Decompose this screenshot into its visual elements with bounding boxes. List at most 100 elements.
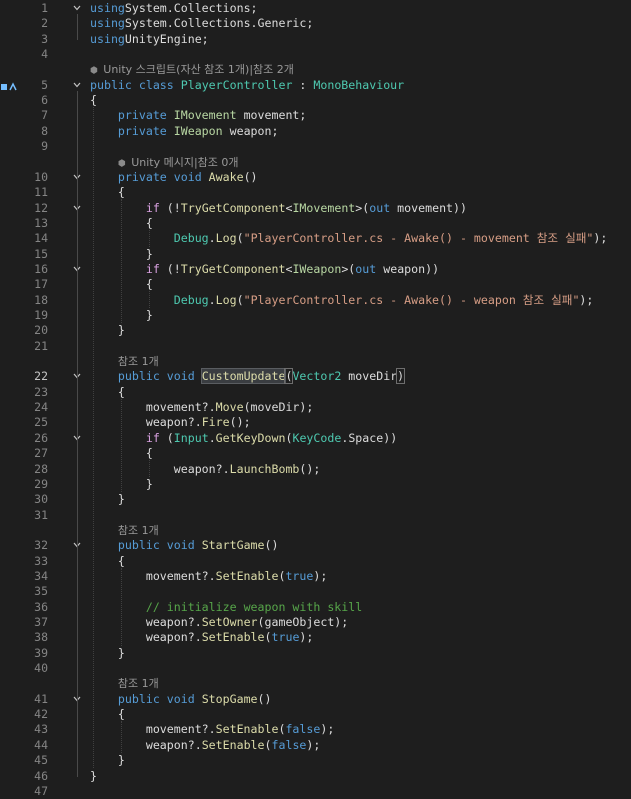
code-text: public void StopGame() bbox=[90, 692, 272, 707]
code-line[interactable]: 10 private void Awake() bbox=[0, 170, 631, 185]
code-line[interactable]: 44 weapon?.SetEnable(false); bbox=[0, 738, 631, 753]
code-token: if bbox=[145, 261, 160, 276]
code-line[interactable]: 11 { bbox=[0, 185, 631, 200]
code-token: if bbox=[145, 430, 160, 445]
line-number: 22 bbox=[34, 369, 48, 384]
line-number: 34 bbox=[34, 568, 48, 583]
code-token: // initialize weapon with skill bbox=[145, 599, 363, 614]
code-line[interactable]: 30 } bbox=[0, 492, 631, 507]
code-line[interactable]: 26 if (Input.GetKeyDown(KeyCode.Space)) bbox=[0, 431, 631, 446]
code-line[interactable]: 35 bbox=[0, 584, 631, 599]
codelens-row[interactable]: 참조 1개 bbox=[0, 523, 631, 538]
code-line[interactable]: 15 } bbox=[0, 247, 631, 262]
line-number: 39 bbox=[34, 645, 48, 660]
code-text: movement?.Move(moveDir); bbox=[90, 400, 314, 415]
code-line[interactable]: 28 weapon?.LaunchBomb(); bbox=[0, 462, 631, 477]
code-token: KeyCode bbox=[292, 430, 342, 445]
code-line[interactable]: 42 { bbox=[0, 707, 631, 722]
codelens-row[interactable]: ⬢ Unity 메시지|참조 0개 bbox=[0, 155, 631, 170]
code-line[interactable]: 41 public void StopGame() bbox=[0, 692, 631, 707]
code-token: Debug bbox=[173, 231, 209, 246]
code-line[interactable]: 7 private IMovement movement; bbox=[0, 108, 631, 123]
code-text: weapon?.LaunchBomb(); bbox=[90, 462, 321, 477]
code-token: using bbox=[90, 16, 125, 31]
code-editor[interactable]: 1 usingSystem.Collections; 2 usingSystem.Co… bbox=[0, 0, 631, 798]
codelens-label[interactable]: Unity 스크립트(자산 참조 1개)|참조 2개 bbox=[103, 63, 294, 76]
code-line[interactable]: 43 movement?.SetEnable(false); bbox=[0, 722, 631, 737]
code-text: } bbox=[90, 323, 125, 338]
code-token: GetKeyDown bbox=[215, 430, 286, 445]
code-line[interactable]: 20 } bbox=[0, 323, 631, 338]
code-line[interactable]: 27 { bbox=[0, 446, 631, 461]
code-line[interactable]: 17 { bbox=[0, 277, 631, 292]
code-line[interactable]: 21 bbox=[0, 339, 631, 354]
code-text: private IWeapon weapon; bbox=[90, 123, 279, 139]
code-line[interactable]: 29 } bbox=[0, 477, 631, 492]
code-line[interactable]: 47 bbox=[0, 784, 631, 799]
code-token: ) bbox=[396, 368, 406, 385]
code-token: Awake bbox=[208, 169, 244, 184]
code-text: Debug.Log("PlayerController.cs - Awake()… bbox=[90, 292, 594, 308]
code-line[interactable]: 25 weapon?.Fire(); bbox=[0, 415, 631, 430]
code-line[interactable]: 38 weapon?.SetEnable(true); bbox=[0, 630, 631, 645]
fold-chevron-icon[interactable] bbox=[72, 80, 82, 90]
codelens-label[interactable]: Unity 메시지|참조 0개 bbox=[131, 156, 238, 169]
code-line[interactable]: 12 if (!TryGetComponent<IMovement>(out m… bbox=[0, 201, 631, 216]
code-line[interactable]: 2 usingSystem.Collections.Generic; bbox=[0, 16, 631, 31]
code-line[interactable]: 40 bbox=[0, 661, 631, 676]
codelens-label[interactable]: 참조 1개 bbox=[118, 677, 159, 690]
code-line[interactable]: 36 // initialize weapon with skill bbox=[0, 600, 631, 615]
code-line[interactable]: 5 public class PlayerController : MonoBeh… bbox=[0, 78, 631, 93]
code-line[interactable]: 37 weapon?.SetOwner(gameObject); bbox=[0, 615, 631, 630]
code-line[interactable]: 3 usingUnityEngine; bbox=[0, 32, 631, 47]
code-text: weapon?.Fire(); bbox=[90, 415, 251, 430]
code-line[interactable]: 45 } bbox=[0, 753, 631, 768]
code-line[interactable]: 1 usingSystem.Collections; bbox=[0, 1, 631, 16]
line-number: 38 bbox=[34, 630, 48, 645]
codelens-label[interactable]: 참조 1개 bbox=[118, 355, 159, 368]
code-token: (! bbox=[159, 261, 181, 276]
inheritance-glyph-icon[interactable] bbox=[0, 78, 22, 93]
code-line[interactable]: 13 { bbox=[0, 216, 631, 231]
code-line[interactable]: 16 if (!TryGetComponent<IWeapon>(out wea… bbox=[0, 262, 631, 277]
code-text: private void Awake() bbox=[90, 170, 258, 185]
code-line[interactable]: 34 movement?.SetEnable(true); bbox=[0, 569, 631, 584]
code-text: weapon?.SetEnable(false); bbox=[90, 738, 321, 753]
code-line[interactable]: 22 public void CustomUpdate(Vector2 move… bbox=[0, 368, 631, 385]
fold-chevron-icon[interactable] bbox=[72, 3, 82, 13]
code-token: TryGetComponent bbox=[180, 261, 286, 276]
code-token: { bbox=[90, 185, 125, 200]
line-number: 46 bbox=[34, 768, 48, 783]
line-number: 45 bbox=[34, 753, 48, 768]
code-line[interactable]: 8 private IWeapon weapon; bbox=[0, 124, 631, 139]
code-line[interactable]: 32 public void StartGame() bbox=[0, 538, 631, 553]
codelens-row[interactable]: 참조 1개 bbox=[0, 354, 631, 369]
code-token: .Space)) bbox=[341, 430, 398, 445]
line-number: 24 bbox=[34, 400, 48, 415]
codelens-text: ⬢ Unity 스크립트(자산 참조 1개)|참조 2개 bbox=[90, 62, 294, 77]
code-line[interactable]: 33 { bbox=[0, 554, 631, 569]
codelens-label[interactable]: 참조 1개 bbox=[118, 524, 159, 537]
code-line[interactable]: 24 movement?.Move(moveDir); bbox=[0, 400, 631, 415]
code-line[interactable]: 23 { bbox=[0, 385, 631, 400]
code-token: Log bbox=[215, 292, 237, 307]
codelens-row[interactable]: ⬢ Unity 스크립트(자산 참조 1개)|참조 2개 bbox=[0, 62, 631, 77]
code-token: } bbox=[90, 492, 125, 507]
code-line[interactable]: 31 bbox=[0, 508, 631, 523]
code-token: (moveDir); bbox=[243, 400, 314, 415]
code-line[interactable]: 4 bbox=[0, 47, 631, 62]
code-token: >( bbox=[355, 200, 370, 215]
code-token: Debug bbox=[173, 292, 209, 307]
code-line[interactable]: 39 } bbox=[0, 646, 631, 661]
code-line[interactable]: 46} bbox=[0, 769, 631, 784]
code-line[interactable]: 19 } bbox=[0, 308, 631, 323]
code-token: private bbox=[117, 123, 174, 138]
codelens-row[interactable]: 참조 1개 bbox=[0, 676, 631, 691]
code-line[interactable]: 9 bbox=[0, 139, 631, 154]
code-line[interactable]: 18 Debug.Log("PlayerController.cs - Awak… bbox=[0, 293, 631, 308]
code-line[interactable]: 14 Debug.Log("PlayerController.cs - Awak… bbox=[0, 231, 631, 246]
code-line[interactable]: 6{ bbox=[0, 93, 631, 108]
